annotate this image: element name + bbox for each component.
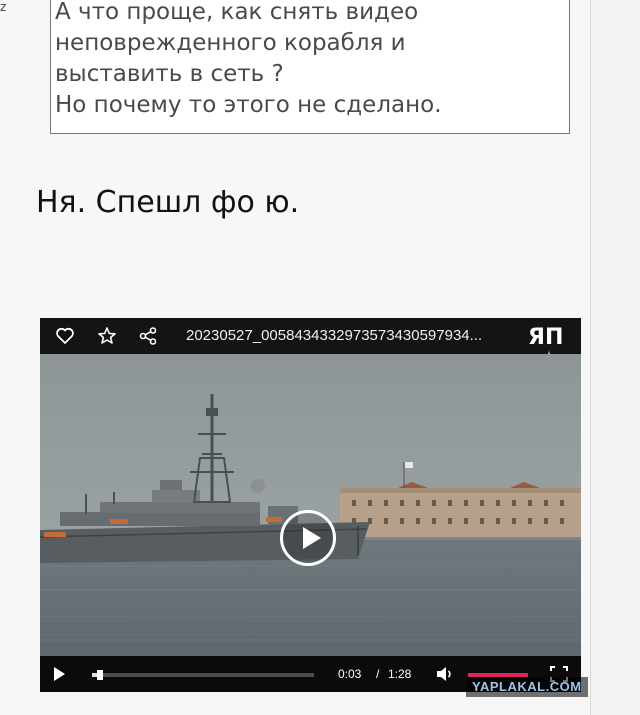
video-frame[interactable] [40, 354, 581, 656]
quote-line: неповрежденного корабля и [55, 30, 406, 56]
seek-handle[interactable] [96, 670, 103, 680]
star-icon[interactable] [97, 326, 117, 346]
play-overlay-button[interactable] [280, 510, 336, 566]
quote-line: А что проще, как снять видео [55, 0, 419, 25]
play-icon[interactable] [54, 667, 65, 681]
video-player[interactable]: 20230527_0058434332973573430597934... ЯП [40, 318, 581, 692]
site-watermark: YAPLAKAL.COM [466, 677, 588, 697]
quote-line: Но почему то этого не сделано. [55, 92, 442, 118]
player-top-bar: 20230527_0058434332973573430597934... ЯП [40, 318, 581, 367]
left-margin-mark: z [0, 0, 7, 14]
quote-line: выставить в сеть ? [55, 61, 284, 87]
video-scene [40, 354, 581, 656]
right-margin [591, 0, 640, 715]
video-title[interactable]: 20230527_0058434332973573430597934... [186, 327, 516, 344]
volume-icon[interactable] [436, 666, 454, 682]
seek-bar[interactable] [92, 670, 314, 680]
play-icon [303, 527, 321, 549]
current-time: 0:03 [338, 667, 362, 681]
time-separator: / [376, 667, 380, 681]
share-icon[interactable] [138, 326, 158, 346]
quote-block: А что проще, как снять видео неповрежден… [50, 0, 570, 134]
duration: 1:28 [388, 667, 412, 681]
logo-text: ЯП [528, 325, 563, 350]
heart-icon[interactable] [55, 326, 75, 346]
reply-text: Ня. Спешл фо ю. [36, 185, 300, 220]
